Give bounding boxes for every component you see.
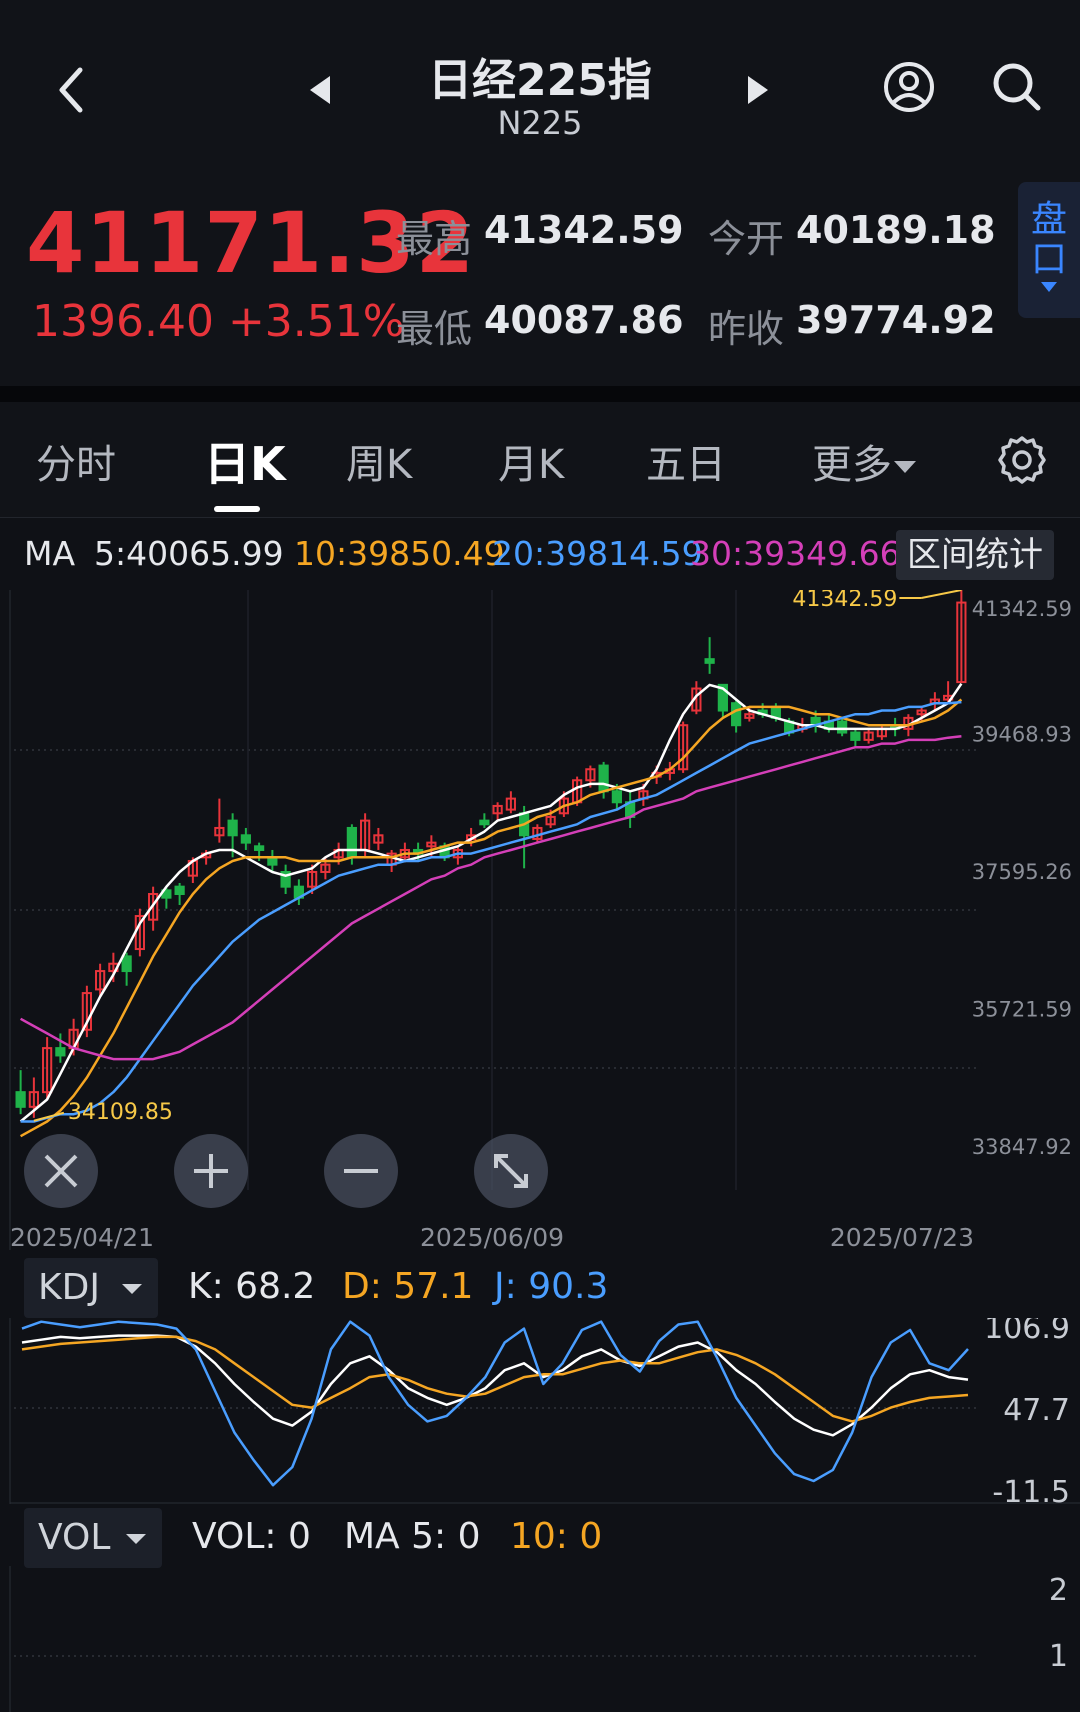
quote-panel: 41171.32 1396.40 +3.51% 最高 41342.59 最低 4… [0, 150, 1080, 386]
kdj-chart[interactable]: 106.9 47.7 -11.5 [0, 1318, 1080, 1504]
top-bar: 日经225指 N225 [0, 0, 1080, 150]
price-change: 1396.40 +3.51% [32, 296, 405, 347]
range-stats-button[interactable]: 区间统计 [896, 530, 1054, 580]
vol-indicator-select[interactable]: VOL [24, 1508, 162, 1568]
kdj-d-value: D: 57.1 [342, 1266, 474, 1307]
reset-zoom-icon [44, 1154, 78, 1188]
zoom-out-icon [344, 1169, 378, 1173]
ma5-value: 5:40065.99 [94, 534, 284, 573]
active-tab-indicator [214, 506, 260, 512]
candle-down [704, 658, 715, 664]
period-tabs: 分时 日K 周K 月K 五日 更多 [0, 402, 1080, 518]
candle-down [254, 845, 265, 851]
tab-five-day[interactable]: 五日 [646, 432, 726, 490]
candle-down [240, 834, 251, 844]
x-tick-label: 2025/04/21 [10, 1223, 154, 1250]
y-tick-label: 106.9 [984, 1318, 1070, 1346]
ma-line-ma10 [19, 698, 963, 1138]
vol-legend: VOL VOL: 0 MA 5: 0 10: 0 [0, 1506, 1080, 1570]
prev-arrow-icon[interactable] [300, 70, 340, 110]
chevron-down-icon [1041, 282, 1057, 292]
tab-more-label: 更多 [812, 442, 892, 488]
prev-close-value: 39774.92 [796, 298, 996, 342]
back-icon[interactable] [48, 60, 98, 120]
kdj-k-value: K: 68.2 [188, 1266, 316, 1307]
zoom-in-button[interactable] [174, 1134, 248, 1208]
prev-close-label: 昨收 [708, 307, 785, 351]
volume-chart[interactable]: 21 [0, 1566, 1080, 1712]
zoom-in-icon [194, 1154, 228, 1188]
stock-name: 日经225指 [428, 55, 652, 106]
candle-down [174, 885, 185, 896]
y-tick-label: 47.7 [1003, 1393, 1070, 1428]
y-tick-label: 35721.59 [972, 997, 1072, 1021]
y-tick-label: 1 [1049, 1639, 1068, 1674]
max-pointer [921, 590, 962, 599]
ma30-value: 30:39349.66 [690, 534, 901, 573]
open-value: 40189.18 [796, 208, 996, 252]
reset-zoom-button[interactable] [24, 1134, 98, 1208]
candle-down [55, 1047, 66, 1057]
kdj-indicator-select[interactable]: KDJ [24, 1258, 158, 1318]
vol-ma10-value: 10: 0 [510, 1516, 603, 1557]
kdj-line-k [21, 1334, 969, 1437]
user-icon[interactable] [882, 60, 936, 114]
tab-daily-k[interactable]: 日K [204, 428, 286, 494]
next-arrow-icon[interactable] [738, 70, 778, 110]
order-book-button[interactable]: 盘口 [1018, 182, 1080, 318]
kdj-j-value: J: 90.3 [494, 1266, 609, 1307]
chevron-down-icon [122, 1284, 142, 1294]
candle-down [479, 819, 490, 826]
chevron-down-icon [894, 461, 916, 473]
y-tick-label: 33847.92 [972, 1135, 1072, 1159]
kdj-line-j [21, 1320, 969, 1487]
candle-down [346, 826, 357, 859]
candle-down [611, 790, 622, 804]
candle-down [850, 731, 861, 741]
search-icon[interactable] [990, 60, 1044, 114]
ma10-value: 10:39850.49 [294, 534, 505, 573]
candle-down [731, 702, 742, 727]
zoom-out-button[interactable] [324, 1134, 398, 1208]
low-label: 最低 [396, 307, 473, 351]
order-book-label: 盘口 [1030, 199, 1067, 280]
open-label: 今开 [708, 217, 785, 261]
ma-label: MA [24, 534, 76, 573]
high-label: 最高 [396, 217, 473, 261]
candle-down [837, 720, 848, 734]
fullscreen-button[interactable] [474, 1134, 548, 1208]
min-label: 34109.85 [68, 1100, 173, 1125]
high-value: 41342.59 [484, 208, 684, 252]
y-tick-label: 39468.93 [972, 722, 1072, 746]
vol-ma5-value: MA 5: 0 [344, 1516, 481, 1557]
tab-monthly-k[interactable]: 月K [498, 432, 564, 490]
candle-down [15, 1091, 26, 1108]
tab-intraday[interactable]: 分时 [36, 432, 116, 490]
ma20-value: 20:39814.59 [492, 534, 703, 573]
kdj-select-label: KDJ [38, 1267, 100, 1308]
tab-more[interactable]: 更多 [812, 432, 916, 490]
candle-down [227, 819, 238, 837]
vol-value: VOL: 0 [192, 1516, 311, 1557]
tab-weekly-k[interactable]: 周K [346, 432, 412, 490]
kdj-legend: KDJ K: 68.2 D: 57.1 J: 90.3 [0, 1256, 1080, 1320]
gear-icon[interactable] [996, 434, 1048, 486]
chevron-down-icon [126, 1534, 146, 1544]
y-tick-label: 41342.59 [972, 597, 1072, 621]
max-label: 41342.59 [792, 590, 897, 612]
y-tick-label: 2 [1049, 1573, 1068, 1608]
y-tick-label: 37595.26 [972, 860, 1072, 884]
low-value: 40087.86 [484, 298, 684, 342]
candle-down [598, 764, 609, 793]
x-tick-label: 2025/06/09 [420, 1223, 564, 1250]
candle-down [121, 955, 132, 973]
x-tick-label: 2025/07/23 [830, 1223, 974, 1250]
fullscreen-icon [494, 1154, 528, 1188]
stock-code: N225 [497, 104, 583, 142]
ma-line-ma20 [20, 700, 962, 1123]
divider [0, 386, 1080, 402]
y-tick-label: -11.5 [992, 1475, 1070, 1504]
vol-select-label: VOL [38, 1517, 111, 1558]
